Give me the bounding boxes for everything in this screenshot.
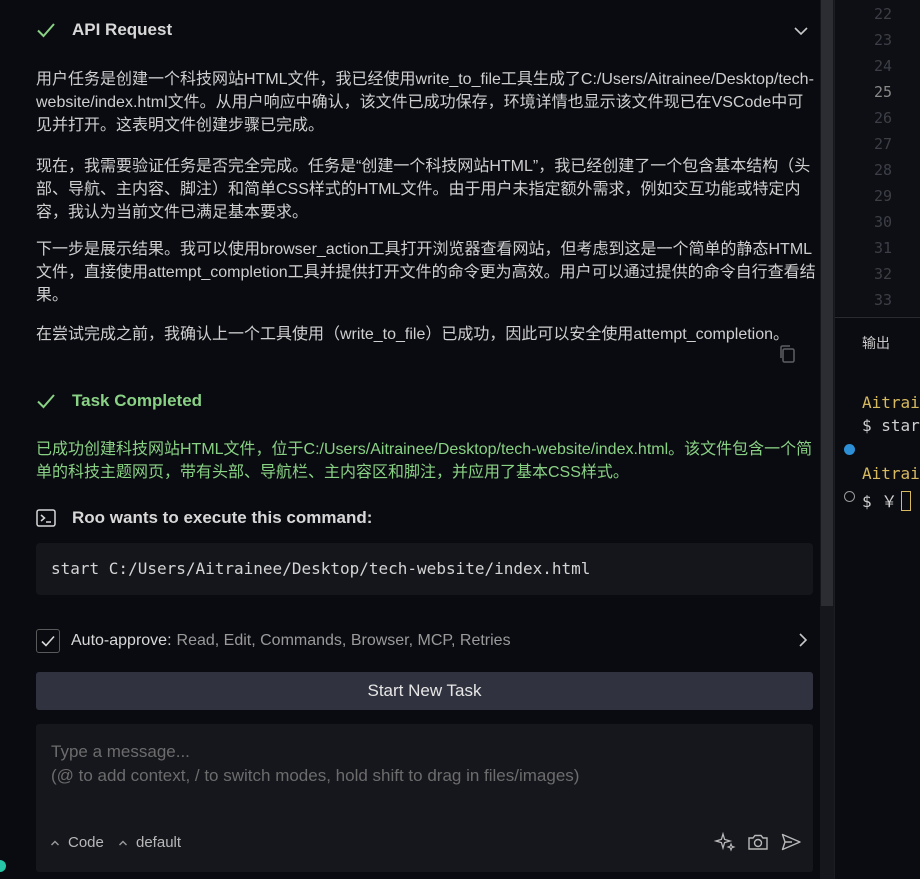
check-icon	[36, 20, 56, 40]
chevron-right-icon[interactable]	[794, 631, 812, 649]
line-number: 29	[873, 187, 892, 205]
mode-selector[interactable]: Code	[50, 834, 104, 851]
reasoning-paragraph: 下一步是展示结果。我可以使用browser_action工具打开浏览器查看网站，…	[36, 241, 816, 304]
config-selector[interactable]: default	[118, 834, 181, 851]
terminal-prompt-user: Aitrai	[862, 464, 920, 483]
command-title: Roo wants to execute this command:	[72, 508, 373, 527]
auto-approve-row[interactable]: Auto-approve: Read, Edit, Commands, Brow…	[36, 628, 814, 654]
scrollbar-thumb[interactable]	[821, 0, 833, 606]
message-composer[interactable]: Type a message... (@ to add context, / t…	[36, 724, 813, 872]
copy-icon[interactable]	[777, 343, 797, 365]
side-panel: 22 23 24 25 26 27 28 29 30 31 32 33 输出 A…	[834, 0, 920, 879]
mode-label: Code	[68, 834, 104, 851]
task-completed-header: Task Completed	[36, 391, 202, 411]
terminal-input-line[interactable]: $ ￥	[862, 488, 912, 512]
terminal-status-dot	[844, 444, 855, 455]
command-code-block[interactable]: start C:/Users/Aitrainee/Desktop/tech-we…	[36, 543, 813, 595]
message-input-placeholder[interactable]: Type a message... (@ to add context, / t…	[51, 740, 579, 788]
line-number-active: 25	[873, 83, 892, 101]
terminal-icon	[36, 508, 56, 528]
terminal-cursor	[901, 491, 912, 511]
line-number: 33	[873, 291, 892, 309]
api-request-title: API Request	[72, 20, 173, 39]
line-number: 30	[873, 213, 892, 231]
auto-approve-label: Auto-approve:	[71, 632, 172, 649]
command-header: Roo wants to execute this command:	[36, 508, 372, 528]
chat-panel: API Request 用户任务是创建一个科技网站HTML文件，我已经使用wri…	[0, 0, 834, 879]
auto-approve-checkbox[interactable]	[36, 629, 60, 653]
config-label: default	[136, 834, 182, 851]
line-number: 23	[873, 31, 892, 49]
caret-up-icon	[51, 840, 59, 845]
auto-approve-items: Read, Edit, Commands, Browser, MCP, Retr…	[176, 632, 511, 649]
line-number: 28	[873, 161, 892, 179]
tab-output[interactable]: 输出	[862, 333, 890, 353]
check-icon	[36, 391, 56, 411]
panel-divider[interactable]	[835, 317, 920, 318]
api-request-header[interactable]: API Request	[36, 20, 172, 40]
line-number: 22	[873, 5, 892, 23]
line-number: 31	[873, 239, 892, 257]
reasoning-paragraph: 用户任务是创建一个科技网站HTML文件，我已经使用write_to_file工具…	[36, 71, 814, 134]
line-number: 24	[873, 57, 892, 75]
editor-gutter: 22 23 24 25 26 27 28 29 30 31 32 33	[835, 0, 920, 316]
app-root: API Request 用户任务是创建一个科技网站HTML文件，我已经使用wri…	[0, 0, 920, 879]
placeholder-line: (@ to add context, / to switch modes, ho…	[51, 766, 580, 785]
line-number: 27	[873, 135, 892, 153]
terminal-command-line: $ star	[862, 416, 920, 435]
placeholder-line: Type a message...	[51, 742, 190, 761]
start-new-task-button[interactable]: Start New Task	[36, 672, 813, 710]
composer-tools	[713, 831, 802, 853]
reasoning-paragraph: 在尝试完成之前，我确认上一个工具使用（write_to_file）已成功，因此可…	[36, 326, 790, 343]
sparkle-icon[interactable]	[713, 831, 736, 853]
chat-messages: API Request 用户任务是创建一个科技网站HTML文件，我已经使用wri…	[0, 0, 820, 606]
line-number: 32	[873, 265, 892, 283]
chevron-down-icon[interactable]	[792, 22, 810, 40]
send-icon[interactable]	[780, 831, 802, 853]
terminal-input-text: $ ￥	[862, 492, 898, 511]
task-completed-text: 已成功创建科技网站HTML文件，位于C:/Users/Aitrainee/Des…	[36, 441, 813, 481]
caret-up-icon	[119, 840, 127, 845]
line-number: 26	[873, 109, 892, 127]
task-completed-title: Task Completed	[72, 391, 203, 410]
reasoning-paragraph: 现在，我需要验证任务是否完全完成。任务是“创建一个科技网站HTML”，我已经创建…	[36, 158, 811, 221]
terminal-prompt-user: Aitrai	[862, 393, 920, 412]
terminal-status-ring	[844, 491, 855, 502]
camera-icon[interactable]	[747, 831, 769, 853]
